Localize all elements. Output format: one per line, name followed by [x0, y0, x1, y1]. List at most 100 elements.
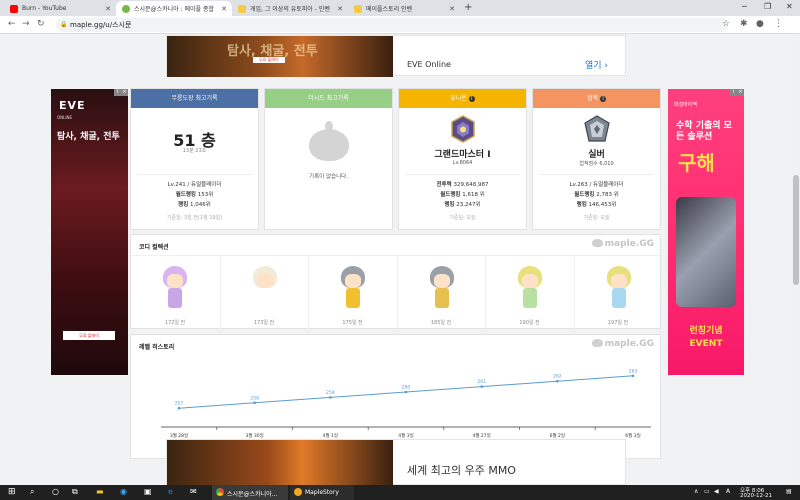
reference-date: 기준일: 오늘	[583, 215, 610, 221]
data-label: 258	[250, 395, 259, 401]
info-icon[interactable]: i	[600, 96, 607, 102]
reload-icon[interactable]: ↻	[37, 19, 45, 29]
extensions-icon[interactable]: ✱	[740, 19, 748, 29]
data-point	[631, 374, 635, 378]
store-icon[interactable]: ▣	[144, 487, 152, 496]
union-level: Lv.8064	[452, 160, 473, 166]
level-job: Lv.263 / 듀얼블레이더	[569, 182, 624, 188]
data-label: 263	[629, 368, 638, 374]
tab-youtube[interactable]: Burn - YouTube ✕	[4, 1, 116, 16]
inven-icon	[354, 4, 362, 13]
widgets-icon[interactable]: ⧉	[72, 487, 78, 497]
tray-chevron-icon[interactable]: ∧	[694, 488, 698, 495]
task-view-icon[interactable]: ○	[52, 487, 59, 496]
mureung-time: 13분 23초	[182, 148, 207, 154]
achievement-card: 업적 i 실버 업적점수 6,010 Lv.263 / 듀얼블레이더 월드랭킹 2…	[532, 88, 661, 230]
coordi-item[interactable]: 175일 전	[308, 256, 396, 331]
ad-info-icon[interactable]: i	[730, 89, 737, 96]
chrome-icon	[216, 488, 224, 496]
ad-play-button[interactable]: 무료 플레이	[63, 331, 115, 340]
maplegg-icon	[122, 4, 130, 13]
coordi-list: 172일 전 173일 전 175일 전 185일 전 190일 전 197일 전	[131, 255, 662, 331]
volume-icon[interactable]: ◀	[714, 488, 719, 495]
taskbar: ⊞ ⌕ ○ ⧉ ▬ ◉ ▣ e ✉ 스시문@스카니아... MapleStory…	[0, 485, 800, 500]
character-avatar	[605, 266, 633, 310]
divider	[137, 174, 252, 175]
maximize-icon[interactable]: ❐	[764, 2, 771, 11]
new-tab-icon[interactable]: +	[464, 2, 472, 13]
windows-start-icon[interactable]: ⊞	[8, 487, 16, 497]
x-tick-label: 3월 30일	[246, 432, 264, 439]
ad-banner-top[interactable]: 탐사, 채굴, 전투 무료 플레이 EVE Online 열기 ›	[166, 35, 626, 77]
mail-icon[interactable]: ✉	[190, 487, 197, 496]
coordi-date: 185일 전	[430, 320, 452, 326]
card-title: 무릉도장 최고기록	[131, 89, 258, 108]
tab-maple-inven[interactable]: 메이플스토리 인벤 ✕	[348, 1, 460, 16]
scroll-thumb[interactable]	[793, 175, 799, 285]
info-icon[interactable]: i	[468, 96, 475, 102]
tab-maplegg[interactable]: 스시문@스카니아 : 메이플 종합 ✕	[116, 1, 232, 16]
character-avatar	[251, 266, 279, 310]
ad-banner-bottom[interactable]: 세계 최고의 우주 MMO	[166, 439, 626, 485]
coordi-item[interactable]: 185일 전	[396, 256, 485, 331]
edge-icon[interactable]: ◉	[120, 487, 127, 496]
ad-info-icon[interactable]: i	[114, 89, 121, 96]
file-explorer-icon[interactable]: ▬	[96, 487, 104, 496]
coordi-item[interactable]: 197일 전	[573, 256, 662, 331]
search-icon[interactable]: ⌕	[30, 487, 34, 497]
ad-banner-right[interactable]: i ✕ 대성마이맥 수학 기출의 모든 솔루션 구해 런칭기념 EVENT	[668, 89, 744, 375]
empty-message: 기록이 없습니다.	[309, 174, 348, 180]
ad-open-link[interactable]: 열기 ›	[585, 58, 608, 71]
ad-name: 세계 최고의 우주 MMO	[407, 464, 516, 477]
coordi-item[interactable]: 172일 전	[131, 256, 219, 331]
ad-banner-left[interactable]: i ✕ EVE ONLINE 탐사, 채굴, 전투 무료 플레이	[51, 89, 128, 375]
maplestory-icon	[294, 488, 302, 496]
network-icon[interactable]: ▭	[704, 488, 710, 495]
ad-headline: 탐사, 채굴, 전투	[57, 132, 120, 142]
menu-icon[interactable]: ⋮	[774, 19, 783, 29]
close-window-icon[interactable]: ✕	[786, 2, 793, 11]
tab-inven[interactable]: 게임, 그 이상의 유토피아 - 인벤 ✕	[232, 1, 348, 16]
character-avatar	[428, 266, 456, 310]
ad-close-icon[interactable]: ✕	[121, 89, 128, 96]
coordi-date: 173일 전	[253, 320, 275, 326]
back-icon[interactable]: ←	[8, 19, 16, 29]
ad-play-button[interactable]: 무료 플레이	[253, 57, 285, 63]
taskbar-app-maplestory[interactable]: MapleStory	[290, 485, 354, 500]
notifications-icon[interactable]: ▤	[786, 488, 792, 495]
close-tab-icon[interactable]: ✕	[449, 5, 455, 13]
url-field[interactable]: 🔒 maple.gg/u/스시문	[56, 18, 728, 32]
card-title: 유니온	[450, 95, 467, 102]
union-power: 전투력 329,648,987	[436, 182, 489, 188]
forward-icon[interactable]: →	[22, 19, 30, 29]
character-avatar	[161, 266, 189, 310]
ime-indicator[interactable]: A	[726, 488, 730, 495]
page-scrollbar[interactable]	[792, 35, 800, 485]
close-tab-icon[interactable]: ✕	[337, 5, 343, 13]
address-bar: ← → ↻ 🔒 maple.gg/u/스시문 ☆ ✱ ● ⋮	[0, 16, 800, 34]
coordi-item[interactable]: 190일 전	[485, 256, 573, 331]
star-icon[interactable]: ☆	[722, 19, 730, 29]
ad-close-icon[interactable]: ✕	[737, 89, 744, 96]
achievement-score: 업적점수 6,010	[579, 161, 614, 167]
ad-big-text: 구해	[678, 151, 715, 175]
inven-icon	[238, 4, 246, 13]
close-tab-icon[interactable]: ✕	[105, 5, 111, 13]
minimize-icon[interactable]: ─	[742, 2, 747, 11]
tab-label: 스시문@스카니아 : 메이플 종합	[134, 6, 214, 13]
close-tab-icon[interactable]: ✕	[221, 5, 227, 13]
clock-date[interactable]: 2020-12-21	[740, 493, 772, 499]
ie-icon[interactable]: e	[168, 487, 173, 496]
ad-image[interactable]	[167, 440, 393, 485]
world-rank: 월드랭킹 153위	[175, 192, 214, 198]
card-title-wrap: 유니온 i	[399, 89, 526, 108]
coordi-collection-panel: 코디 컬렉션 maple.GG 172일 전 173일 전 175일 전 185일 전…	[130, 234, 662, 331]
taskbar-app-chrome[interactable]: 스시문@스카니아...	[212, 485, 288, 500]
union-card: 유니온 i 그랜드마스터 I Lv.8064 전투력 329,648,987 월드…	[398, 88, 527, 230]
data-label: 262	[553, 374, 562, 380]
profile-icon[interactable]: ●	[756, 19, 764, 29]
data-label: 257	[175, 401, 184, 407]
union-grade-emblem-icon	[451, 115, 475, 143]
coordi-item[interactable]: 173일 전	[219, 256, 308, 331]
ad-image[interactable]: 탐사, 채굴, 전투 무료 플레이	[167, 36, 393, 77]
